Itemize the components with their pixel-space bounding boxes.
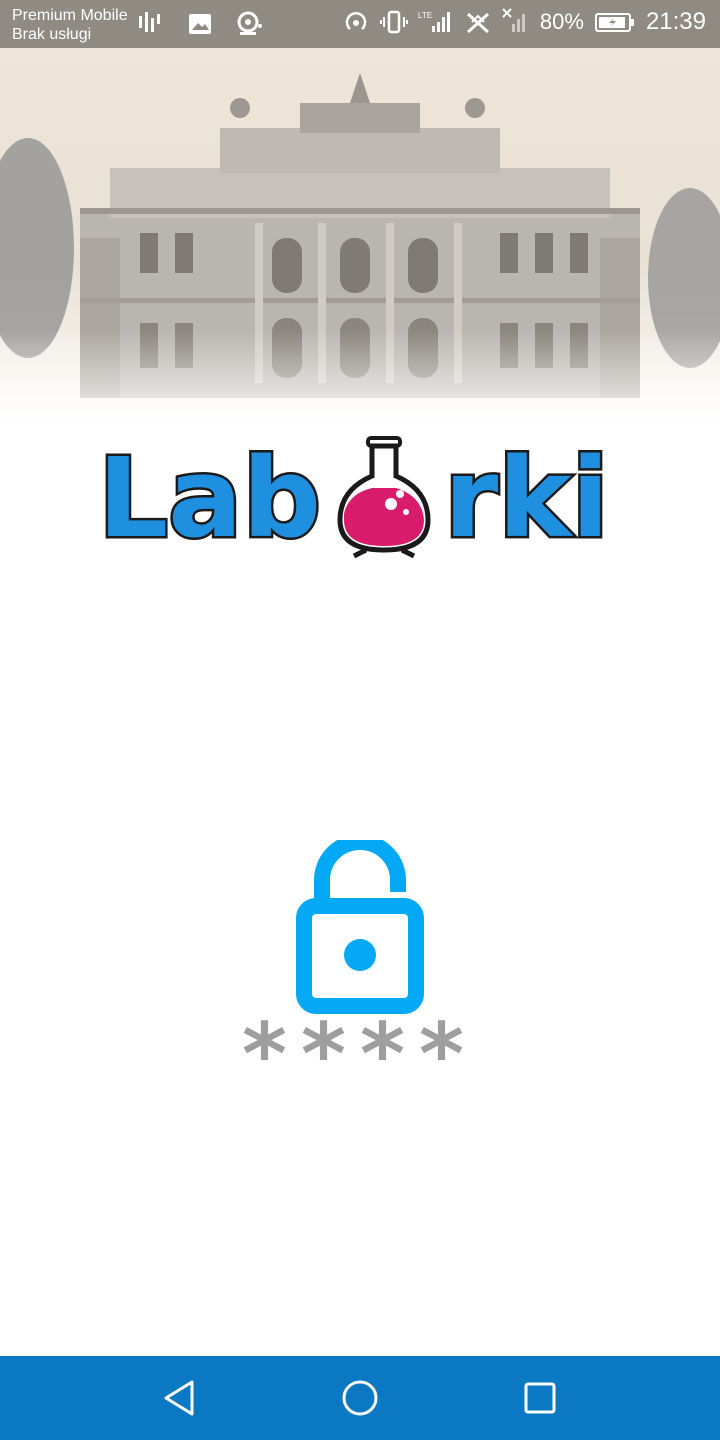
- svg-text:LTE: LTE: [418, 11, 432, 20]
- navigation-bar: [0, 1356, 720, 1440]
- image-icon: [189, 14, 211, 34]
- pin-masked-input[interactable]: ****: [0, 1010, 720, 1100]
- laborki-logo: Lab rki: [98, 432, 612, 562]
- equalizer-icon: [139, 12, 160, 32]
- status-bar: Premium Mobile Brak usługi LTE 80% 21:39: [0, 0, 720, 48]
- no-signal-icon: [502, 8, 525, 32]
- unlocked-padlock-icon: [296, 840, 424, 1014]
- battery-charging-icon: [594, 13, 634, 32]
- recents-icon[interactable]: [518, 1376, 562, 1420]
- logo-text-left: Lab: [98, 434, 321, 562]
- lte-signal-icon: LTE: [418, 11, 450, 32]
- hotspot-icon: [345, 12, 367, 30]
- opera-house-illustration: [0, 48, 720, 438]
- notification-icons: [136, 10, 264, 38]
- carrier-name: Premium Mobile: [12, 7, 128, 24]
- vibrate-icon: [379, 10, 408, 34]
- app-root: Premium Mobile Brak usługi LTE 80% 21:39…: [0, 0, 720, 1440]
- carrier-status: Brak usługi: [12, 26, 92, 43]
- header-building-image: [0, 48, 720, 438]
- home-icon[interactable]: [338, 1376, 382, 1420]
- sync-settings-icon: [237, 11, 262, 35]
- back-icon[interactable]: [158, 1376, 202, 1420]
- battery-percent: 80%: [539, 9, 584, 34]
- clock: 21:39: [645, 8, 706, 35]
- system-icons: LTE 80% 21:39: [342, 8, 706, 36]
- flask-icon: [337, 436, 431, 559]
- no-data-icon: [466, 12, 489, 34]
- logo-text-right: rki: [444, 434, 609, 562]
- carrier-info: Premium Mobile Brak usługi: [12, 6, 128, 44]
